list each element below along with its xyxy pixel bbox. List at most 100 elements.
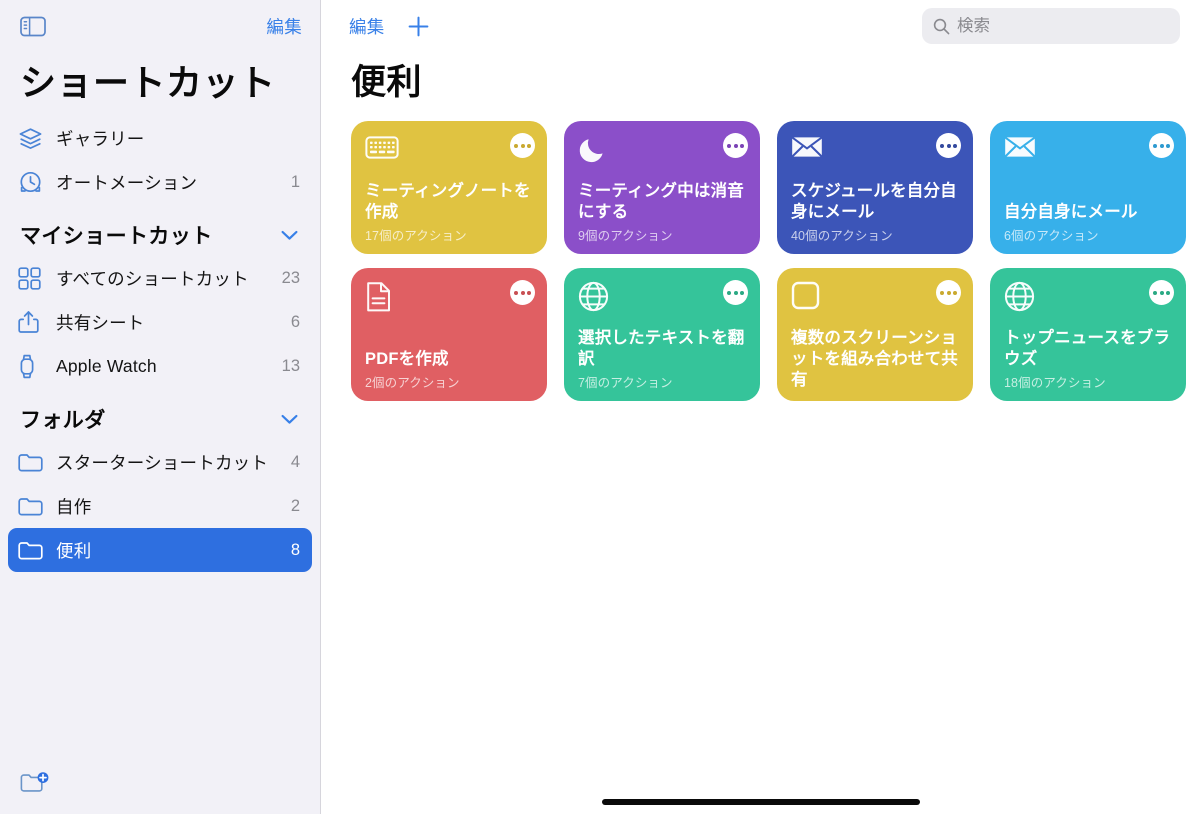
sidebar-item-label: スターターショートカット [56, 452, 269, 473]
card-text: トップニュースをブラウズ 18個のアクション [1004, 328, 1172, 391]
globe-icon [578, 281, 746, 315]
sidebar-item-all-shortcuts[interactable]: すべてのショートカット 23 [8, 256, 312, 300]
sidebar-item-label: Apple Watch [56, 355, 157, 376]
sidebar-toggle-icon[interactable] [18, 11, 48, 41]
ellipsis-icon[interactable] [936, 133, 961, 158]
shortcut-card[interactable]: 選択したテキストを翻訳 7個のアクション [564, 268, 760, 401]
sidebar-item-count: 2 [290, 496, 300, 515]
sidebar-title: ショートカット [20, 62, 276, 103]
card-text: 選択したテキストを翻訳 7個のアクション [578, 328, 746, 391]
shortcut-card[interactable]: PDFを作成 2個のアクション [351, 268, 547, 401]
sidebar-item-label: 便利 [56, 540, 92, 561]
card-subtitle: 6個のアクション [1004, 229, 1099, 243]
grid-squares-icon [18, 265, 48, 291]
search-icon [933, 18, 950, 35]
card-text: ミーティング中は消音にする 9個のアクション [578, 181, 746, 244]
sidebar-item-label: 共有シート [56, 312, 145, 333]
shortcut-card[interactable]: ミーティングノートを作成 17個のアクション [351, 121, 547, 254]
ellipsis-icon[interactable] [936, 280, 961, 305]
sidebar-item-count: 8 [290, 540, 300, 559]
shortcut-card[interactable]: 複数のスクリーンショットを組み合わせて共有 [777, 268, 973, 401]
moon-icon [578, 134, 746, 168]
sidebar-item-apple-watch[interactable]: Apple Watch 13 [8, 344, 312, 388]
envelope-icon [791, 134, 959, 168]
sidebar: 編集 ショートカット ギャラリー オートメーション 1 マイショートカット すべ… [0, 0, 321, 814]
automation-clock-icon [18, 169, 48, 195]
sidebar-item-gallery[interactable]: ギャラリー [8, 116, 312, 160]
document-icon [365, 281, 533, 315]
card-subtitle: 17個のアクション [365, 229, 467, 243]
chevron-down-icon[interactable] [281, 414, 298, 425]
sidebar-item-share-sheet[interactable]: 共有シート 6 [8, 300, 312, 344]
ellipsis-icon[interactable] [510, 280, 535, 305]
sidebar-item-count: 13 [281, 356, 300, 375]
ellipsis-icon[interactable] [510, 133, 535, 158]
sidebar-item-label: 自作 [56, 496, 92, 517]
folder-icon [18, 493, 48, 519]
ellipsis-icon[interactable] [1149, 280, 1174, 305]
sidebar-item-label: すべてのショートカット [56, 268, 249, 289]
shortcuts-grid: ミーティングノートを作成 17個のアクション ミーティング中は消音にする 9個の… [321, 121, 1200, 401]
sidebar-toolbar: 編集 [0, 0, 320, 52]
page-title: 便利 [351, 63, 423, 102]
new-folder-icon[interactable] [20, 768, 54, 798]
folder-icon [18, 537, 48, 563]
gallery-stack-icon [18, 125, 48, 151]
section-header-label: マイショートカット [20, 225, 213, 248]
search-container [922, 8, 1180, 44]
card-text: 複数のスクリーンショットを組み合わせて共有 [791, 328, 959, 391]
share-sheet-icon [18, 309, 48, 335]
shortcuts-app-window: 編集 ショートカット ギャラリー オートメーション 1 マイショートカット すべ… [0, 0, 1200, 814]
main-edit-button[interactable]: 編集 [349, 14, 385, 39]
folder-icon [18, 449, 48, 475]
sidebar-item-label: オートメーション [56, 172, 198, 193]
search-box[interactable] [922, 8, 1180, 44]
card-text: スケジュールを自分自身にメール 40個のアクション [791, 181, 959, 244]
card-title: 選択したテキストを翻訳 [578, 329, 745, 368]
shortcut-card[interactable]: ミーティング中は消音にする 9個のアクション [564, 121, 760, 254]
envelope-icon [1004, 134, 1172, 168]
sidebar-section-folders: フォルダ [0, 388, 320, 440]
shortcut-card[interactable]: スケジュールを自分自身にメール 40個のアクション [777, 121, 973, 254]
sidebar-item-folder-starter[interactable]: スターターショートカット 4 [8, 440, 312, 484]
card-subtitle: 7個のアクション [578, 376, 673, 390]
card-subtitle: 40個のアクション [791, 229, 893, 243]
sidebar-item-count: 23 [281, 268, 300, 287]
card-subtitle: 18個のアクション [1004, 376, 1106, 390]
sidebar-edit-button[interactable]: 編集 [266, 14, 302, 39]
card-title: ミーティングノートを作成 [365, 182, 531, 221]
sidebar-item-folder-convenient[interactable]: 便利 8 [8, 528, 312, 572]
sidebar-item-count: 1 [290, 172, 300, 191]
home-indicator [601, 799, 920, 805]
search-input[interactable] [957, 16, 1147, 36]
card-text: ミーティングノートを作成 17個のアクション [365, 181, 533, 244]
ellipsis-icon[interactable] [723, 280, 748, 305]
sidebar-item-count: 4 [290, 452, 300, 471]
card-title: ミーティング中は消音にする [578, 182, 745, 221]
sidebar-item-folder-custom[interactable]: 自作 2 [8, 484, 312, 528]
sidebar-item-automation[interactable]: オートメーション 1 [8, 160, 312, 204]
shortcut-card[interactable]: 自分自身にメール 6個のアクション [990, 121, 1186, 254]
card-subtitle: 9個のアクション [578, 229, 673, 243]
section-header-label: フォルダ [20, 409, 106, 432]
keyboard-icon [365, 134, 533, 168]
main-content: 編集 便利 [321, 0, 1200, 814]
card-title: PDFを作成 [365, 350, 449, 368]
ellipsis-icon[interactable] [1149, 133, 1174, 158]
chevron-down-icon[interactable] [281, 230, 298, 241]
sidebar-section-my-shortcuts: マイショートカット [0, 204, 320, 256]
card-title: 自分自身にメール [1004, 203, 1138, 221]
sidebar-item-count: 6 [290, 312, 300, 331]
card-title: スケジュールを自分自身にメール [791, 182, 957, 221]
card-text: 自分自身にメール 6個のアクション [1004, 202, 1172, 244]
plus-icon[interactable] [407, 15, 430, 38]
shortcut-card[interactable]: トップニュースをブラウズ 18個のアクション [990, 268, 1186, 401]
card-text: PDFを作成 2個のアクション [365, 349, 533, 391]
card-title: 複数のスクリーンショットを組み合わせて共有 [791, 329, 958, 389]
ellipsis-icon[interactable] [723, 133, 748, 158]
sidebar-footer [0, 752, 320, 814]
sidebar-item-label: ギャラリー [56, 128, 145, 149]
card-title: トップニュースをブラウズ [1004, 329, 1171, 368]
apple-watch-icon [18, 353, 48, 379]
rounded-square-icon [791, 281, 959, 315]
